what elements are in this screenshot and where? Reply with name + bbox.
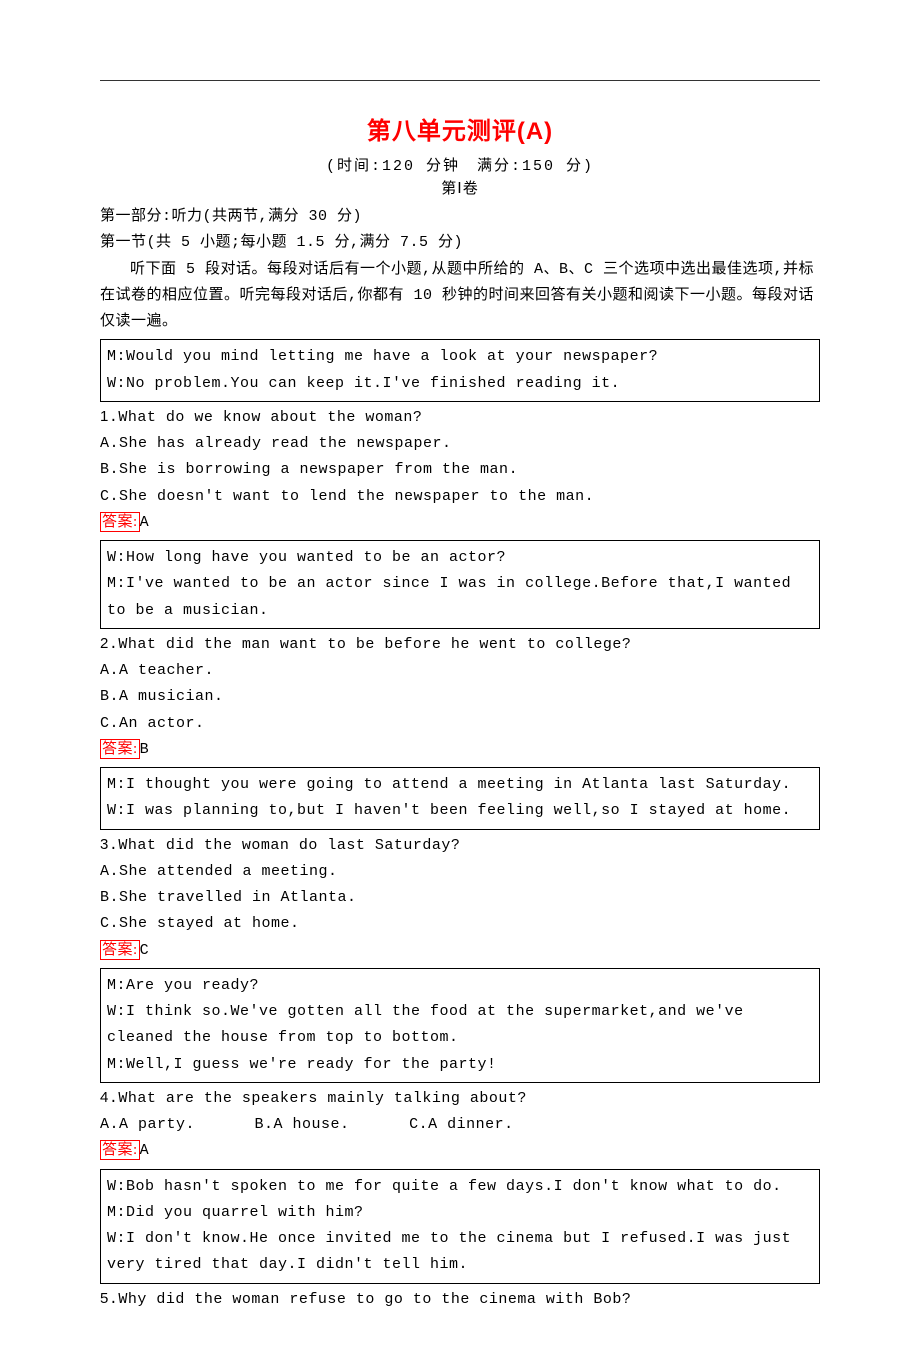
dialog-line: W:How long have you wanted to be an acto… [107,545,813,571]
dialog-line: M:I've wanted to be an actor since I was… [107,571,813,624]
question-3: 3.What did the woman do last Saturday? [100,832,820,859]
question-number: 5 [100,1290,109,1307]
question-number: 2 [100,635,109,652]
question-text: .What do we know about the woman? [109,409,423,426]
answer-row-1: 答案:A [100,510,820,536]
answer-label: 答案: [100,940,140,960]
answer-label: 答案: [100,1140,140,1160]
dialog-box-4: M:Are you ready? W:I think so.We've gott… [100,968,820,1083]
dialog-line: W:No problem.You can keep it.I've finish… [107,371,813,397]
exam-title: 第八单元测评(A) [100,111,820,146]
question-1: 1.What do we know about the woman? [100,404,820,431]
dialog-line: W:Bob hasn't spoken to me for quite a fe… [107,1174,813,1200]
question-text: .What are the speakers mainly talking ab… [109,1090,527,1107]
option-b: B.A musician. [100,684,820,710]
question-4: 4.What are the speakers mainly talking a… [100,1085,820,1112]
option-c: C.She doesn't want to lend the newspaper… [100,484,820,510]
option-a: A.She attended a meeting. [100,859,820,885]
answer-label: 答案: [100,739,140,759]
option-a: A.A party. [100,1112,195,1138]
question-number: 1 [100,408,109,425]
option-a: A.She has already read the newspaper. [100,431,820,457]
dialog-box-5: W:Bob hasn't spoken to me for quite a fe… [100,1169,820,1284]
question-2: 2.What did the man want to be before he … [100,631,820,658]
top-horizontal-rule [100,80,820,81]
dialog-box-1: M:Would you mind letting me have a look … [100,339,820,402]
option-c: C.An actor. [100,711,820,737]
question-text: .What did the man want to be before he w… [109,636,632,653]
answer-label: 答案: [100,512,140,532]
document-page: 第八单元测评(A) (时间:120 分钟 满分:150 分) 第Ⅰ卷 第一部分:… [0,0,920,1353]
question-number: 3 [100,836,109,853]
question-text: .Why did the woman refuse to go to the c… [109,1291,632,1308]
part1-header: 第一部分:听力(共两节,满分 30 分) [100,204,820,230]
dialog-box-2: W:How long have you wanted to be an acto… [100,540,820,629]
dialog-line: M:Would you mind letting me have a look … [107,344,813,370]
paper-part-label: 第Ⅰ卷 [100,177,820,198]
dialog-line: M:I thought you were going to attend a m… [107,772,813,798]
answer-row-4: 答案:A [100,1138,820,1164]
exam-subtitle: (时间:120 分钟 满分:150 分) [100,154,820,175]
dialog-box-3: M:I thought you were going to attend a m… [100,767,820,830]
option-a: A.A teacher. [100,658,820,684]
options-row-4: A.A party. B.A house. C.A dinner. [100,1112,820,1138]
question-number: 4 [100,1089,109,1106]
answer-value: A [140,1142,150,1159]
dialog-line: W:I was planning to,but I haven't been f… [107,798,813,824]
section1-header: 第一节(共 5 小题;每小题 1.5 分,满分 7.5 分) [100,230,820,256]
question-5: 5.Why did the woman refuse to go to the … [100,1286,820,1313]
dialog-line: M:Did you quarrel with him? [107,1200,813,1226]
instructions: 听下面 5 段对话。每段对话后有一个小题,从题中所给的 A、B、C 三个选项中选… [100,257,820,336]
answer-row-3: 答案:C [100,938,820,964]
answer-value: C [140,942,150,959]
option-b: B.A house. [255,1112,350,1138]
dialog-line: M:Well,I guess we're ready for the party… [107,1052,813,1078]
option-b: B.She travelled in Atlanta. [100,885,820,911]
dialog-line: M:Are you ready? [107,973,813,999]
dialog-line: W:I don't know.He once invited me to the… [107,1226,813,1279]
option-b: B.She is borrowing a newspaper from the … [100,457,820,483]
answer-row-2: 答案:B [100,737,820,763]
answer-value: A [140,514,150,531]
answer-value: B [140,741,150,758]
option-c: C.She stayed at home. [100,911,820,937]
question-text: .What did the woman do last Saturday? [109,837,461,854]
dialog-line: W:I think so.We've gotten all the food a… [107,999,813,1052]
option-c: C.A dinner. [409,1112,514,1138]
